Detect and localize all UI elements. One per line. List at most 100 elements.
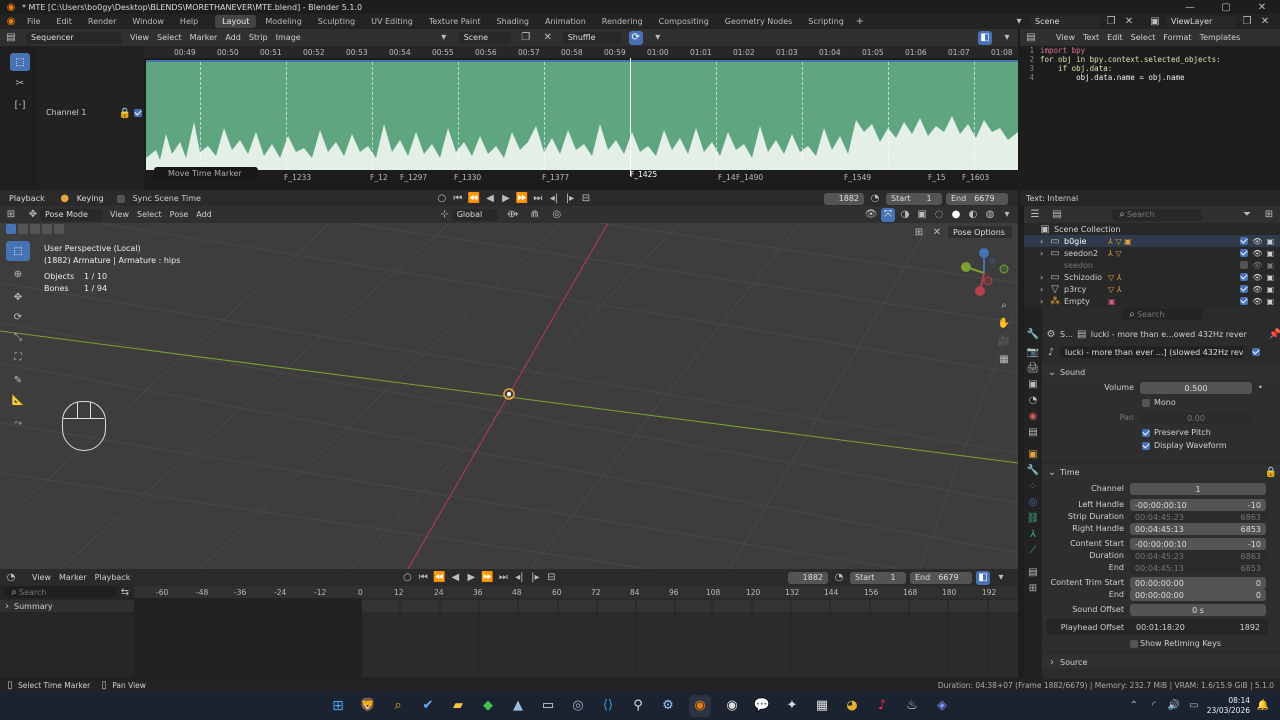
tab-compositing[interactable]: Compositing <box>652 15 716 28</box>
tab-sculpting[interactable]: Sculpting <box>311 15 362 28</box>
outliner-row[interactable]: › ▭ seedon2 ⅄ ▽ 👁 ▣ <box>1024 247 1280 259</box>
outliner-search[interactable]: ⌕ Search <box>1112 208 1202 221</box>
tool-tab-icon[interactable]: 🔧 <box>1026 327 1040 341</box>
menu-window[interactable]: Window <box>125 15 171 28</box>
camera-icon[interactable]: ▣ <box>1266 285 1274 294</box>
jump-end-icon[interactable]: ⏭ <box>531 192 545 206</box>
tl-play-icon[interactable]: ▶ <box>464 571 478 585</box>
left-handle-field[interactable]: -00:00:00:10 -10 <box>1130 499 1266 511</box>
pan-field[interactable]: 0.00 <box>1140 412 1252 424</box>
tl-next-key-icon[interactable]: ⏩ <box>480 571 494 585</box>
pin-icon[interactable]: 📌 <box>1269 327 1280 341</box>
shading-wire-icon[interactable]: ◌ <box>932 208 946 222</box>
new-collection-icon[interactable]: ⊞ <box>1262 208 1276 222</box>
tab-shading[interactable]: Shading <box>489 15 536 28</box>
text-menu-edit[interactable]: Edit <box>1107 33 1123 42</box>
marker-4[interactable]: F_1377 <box>542 173 569 182</box>
trim-start-field[interactable]: 00:00:00:00 0 <box>1130 577 1266 589</box>
text-editor-type-icon[interactable]: ▤ <box>1024 31 1038 45</box>
ortho-grid-icon[interactable]: ▦ <box>996 351 1012 367</box>
eye-icon[interactable]: 👁 <box>1252 273 1262 282</box>
vscode-icon[interactable]: ⟨⟩ <box>599 697 617 715</box>
select-extend-icon[interactable] <box>18 224 28 234</box>
sync-scene-checkbox[interactable] <box>116 194 125 203</box>
app-feather-icon[interactable]: ✔ <box>419 697 437 715</box>
seq-menu-add[interactable]: Add <box>225 33 241 42</box>
seq-menu-marker[interactable]: Marker <box>190 33 218 42</box>
outliner-type-icon[interactable]: ☰ <box>1028 208 1042 222</box>
tl-preview-range-icon[interactable]: ◔ <box>832 571 846 585</box>
shuffle-select[interactable]: Shuffle <box>562 31 621 44</box>
close-region-icon[interactable]: ✕ <box>930 225 944 239</box>
text-menu-text[interactable]: Text <box>1083 33 1099 42</box>
tiktok-icon[interactable]: ♪ <box>873 697 891 715</box>
tl-menu-playback[interactable]: Playback <box>95 573 131 582</box>
properties-search[interactable]: ⌕ Search <box>1122 308 1202 320</box>
preview-range-icon[interactable]: ◔ <box>868 192 882 206</box>
physics-tab-icon[interactable]: ◎ <box>1026 495 1040 509</box>
marker-7[interactable]: F_1490 <box>736 173 763 182</box>
battery-icon[interactable]: ▭ <box>1187 699 1201 713</box>
sound-offset-field[interactable]: 0 s <box>1130 604 1266 616</box>
tab-uv-editing[interactable]: UV Editing <box>364 15 420 28</box>
collection-tab-icon[interactable]: ▤ <box>1026 425 1040 439</box>
vp-menu-pose[interactable]: Pose <box>170 210 189 219</box>
tl-auto-key-icon[interactable]: ⊟ <box>544 571 558 585</box>
tl-prev-key-icon[interactable]: ⏪ <box>432 571 446 585</box>
tl-start-field[interactable]: Start 1 <box>850 571 906 584</box>
eye-icon[interactable]: 👁 <box>1252 297 1262 306</box>
seq-menu-strip[interactable]: Strip <box>249 33 268 42</box>
tab-rendering[interactable]: Rendering <box>595 15 650 28</box>
right-handle-field[interactable]: 00:04:45:13 6853 <box>1130 523 1266 535</box>
pivot-icon[interactable]: ⟴ <box>506 208 520 222</box>
tab-texture-paint[interactable]: Texture Paint <box>422 15 488 28</box>
world-tab-icon[interactable]: ◉ <box>1026 409 1040 423</box>
object-tab-icon[interactable]: ▣ <box>1026 447 1040 461</box>
particles-tab-icon[interactable]: ⁘ <box>1026 479 1040 493</box>
prev-key-icon[interactable]: ⏪ <box>467 192 481 206</box>
eye-icon[interactable]: 👁 <box>1252 237 1262 246</box>
sequencer-mode-select[interactable]: Sequencer <box>26 31 122 44</box>
marker-9[interactable]: F_15 <box>928 173 946 182</box>
scale-tool-icon[interactable]: ⤡ <box>6 327 30 347</box>
seq-menu-select[interactable]: Select <box>157 33 182 42</box>
channel-field[interactable]: 1 <box>1130 483 1266 495</box>
seq-menu-view[interactable]: View <box>130 33 149 42</box>
bone-tab-icon[interactable]: ⟋ <box>1026 543 1040 557</box>
tl-menu-marker[interactable]: Marker <box>59 573 87 582</box>
app-tree-icon[interactable]: ⚲ <box>629 697 647 715</box>
outliner-display-icon[interactable]: ▤ <box>1050 208 1064 222</box>
scene-selector[interactable]: Scene <box>1030 15 1100 28</box>
source-panel-header[interactable]: › Source <box>1042 655 1280 669</box>
tab-geometry-nodes[interactable]: Geometry Nodes <box>718 15 799 28</box>
text-editor-area[interactable]: 1 import bpy 2 for obj in bpy.context.sele… <box>1020 46 1280 190</box>
menu-help[interactable]: Help <box>173 15 205 28</box>
display-waveform-checkbox[interactable] <box>1142 442 1150 450</box>
notification-icon[interactable]: 🔔 <box>1256 699 1270 713</box>
search-app-icon[interactable]: ⌕ <box>389 697 407 715</box>
camera-icon[interactable]: ▣ <box>1266 249 1274 258</box>
timeline-search[interactable]: ⌕ Search <box>4 586 116 598</box>
tl-swap-icon[interactable]: ⇆ <box>120 585 130 599</box>
tray-chevron-icon[interactable]: ⌃ <box>1127 699 1141 713</box>
exclude-checkbox[interactable] <box>1240 285 1249 293</box>
gizmo-icon[interactable]: ⤧ <box>881 207 895 222</box>
start-frame-field[interactable]: Start 1 <box>886 192 942 205</box>
select-tool-icon[interactable]: ⬚ <box>10 53 30 71</box>
marker-0[interactable]: F_1233 <box>284 173 311 182</box>
blender-menu-icon[interactable]: ◉ <box>4 15 18 29</box>
viewport-type-icon[interactable]: ⊞ <box>4 208 18 222</box>
xray-icon[interactable]: ▣ <box>915 208 929 222</box>
jump-start-icon[interactable]: ⏮ <box>451 192 465 206</box>
clock[interactable]: 08:14 23/03/2026 <box>1207 696 1250 716</box>
file-explorer-icon[interactable]: ▰ <box>449 697 467 715</box>
tl-end-field[interactable]: End 6679 <box>910 571 972 584</box>
pose-options-button[interactable]: Pose Options <box>948 226 1012 238</box>
vp-menu-select[interactable]: Select <box>137 210 162 219</box>
marker-10[interactable]: F_1603 <box>962 173 989 182</box>
shading-material-icon[interactable]: ◐ <box>966 208 980 222</box>
exclude-checkbox[interactable] <box>1240 237 1249 245</box>
time-panel-header[interactable]: ⌄ Time 🔒 <box>1042 465 1280 479</box>
transform-tool-icon[interactable]: [·] <box>10 96 30 114</box>
timeline-ruler[interactable]: -60 -48 -36 -24 -12 0 12 24 36 48 60 72 … <box>134 586 1018 598</box>
